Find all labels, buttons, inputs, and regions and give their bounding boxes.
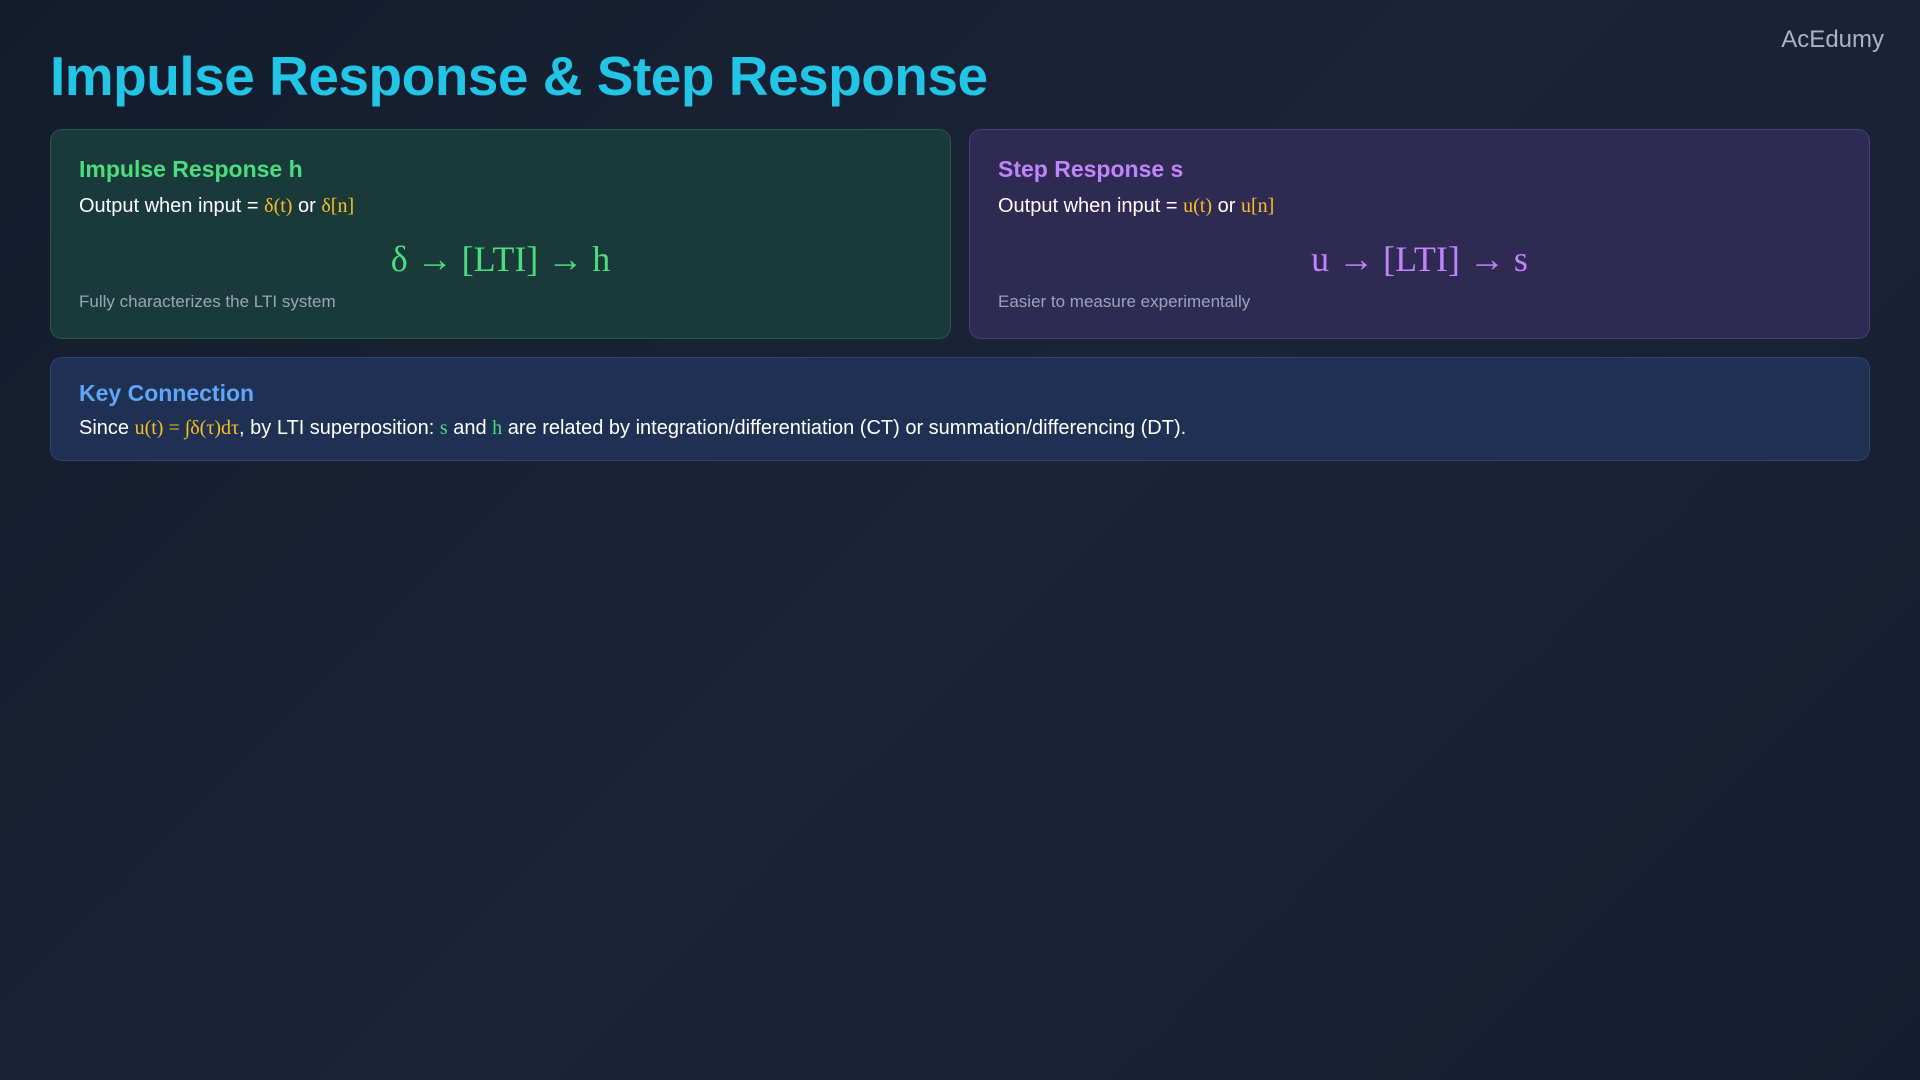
step-response-card: Step Response s Output when input = u(t)…	[969, 129, 1870, 339]
step-formula: u → [LTI] → s	[1311, 239, 1528, 279]
brand-label: AcEdumy	[1781, 26, 1884, 53]
key-h-symbol: h	[492, 417, 503, 439]
impulse-or: or	[292, 195, 322, 217]
impulse-description: Output when input = δ(t) or δ[n]	[79, 195, 922, 218]
impulse-desc-prefix: Output when input =	[79, 195, 265, 217]
key-connection-card: Key Connection Since u(t) = ∫δ(τ)dτ, by …	[50, 357, 1870, 461]
key-mid: , by LTI superposition:	[239, 417, 440, 439]
key-rest: are related by integration/differentiati…	[502, 417, 1187, 439]
impulse-formula: δ → [LTI] → h	[390, 239, 611, 279]
impulse-input-dt: δ[n]	[321, 195, 355, 217]
key-since: Since	[79, 417, 135, 439]
step-description: Output when input = u(t) or u[n]	[998, 195, 1841, 218]
impulse-response-card: Impulse Response h Output when input = δ…	[50, 129, 951, 339]
key-s-symbol: s	[439, 417, 448, 439]
step-input-ct: u(t)	[1183, 195, 1213, 217]
step-card-title: Step Response s	[998, 156, 1184, 182]
key-card-title: Key Connection	[79, 380, 255, 406]
step-or: or	[1212, 195, 1241, 217]
impulse-input-ct: δ(t)	[264, 195, 293, 217]
key-and: and	[447, 417, 493, 439]
key-equation: u(t) = ∫δ(τ)dτ	[134, 417, 240, 439]
impulse-card-title: Impulse Response h	[79, 156, 303, 182]
page-title: Impulse Response & Step Response	[50, 45, 988, 107]
impulse-note: Fully characterizes the LTI system	[79, 292, 336, 311]
step-note: Easier to measure experimentally	[998, 292, 1251, 311]
step-input-dt: u[n]	[1240, 195, 1275, 217]
step-desc-prefix: Output when input =	[998, 195, 1184, 217]
key-connection-text: Since u(t) = ∫δ(τ)dτ, by LTI superpositi…	[79, 417, 1841, 440]
